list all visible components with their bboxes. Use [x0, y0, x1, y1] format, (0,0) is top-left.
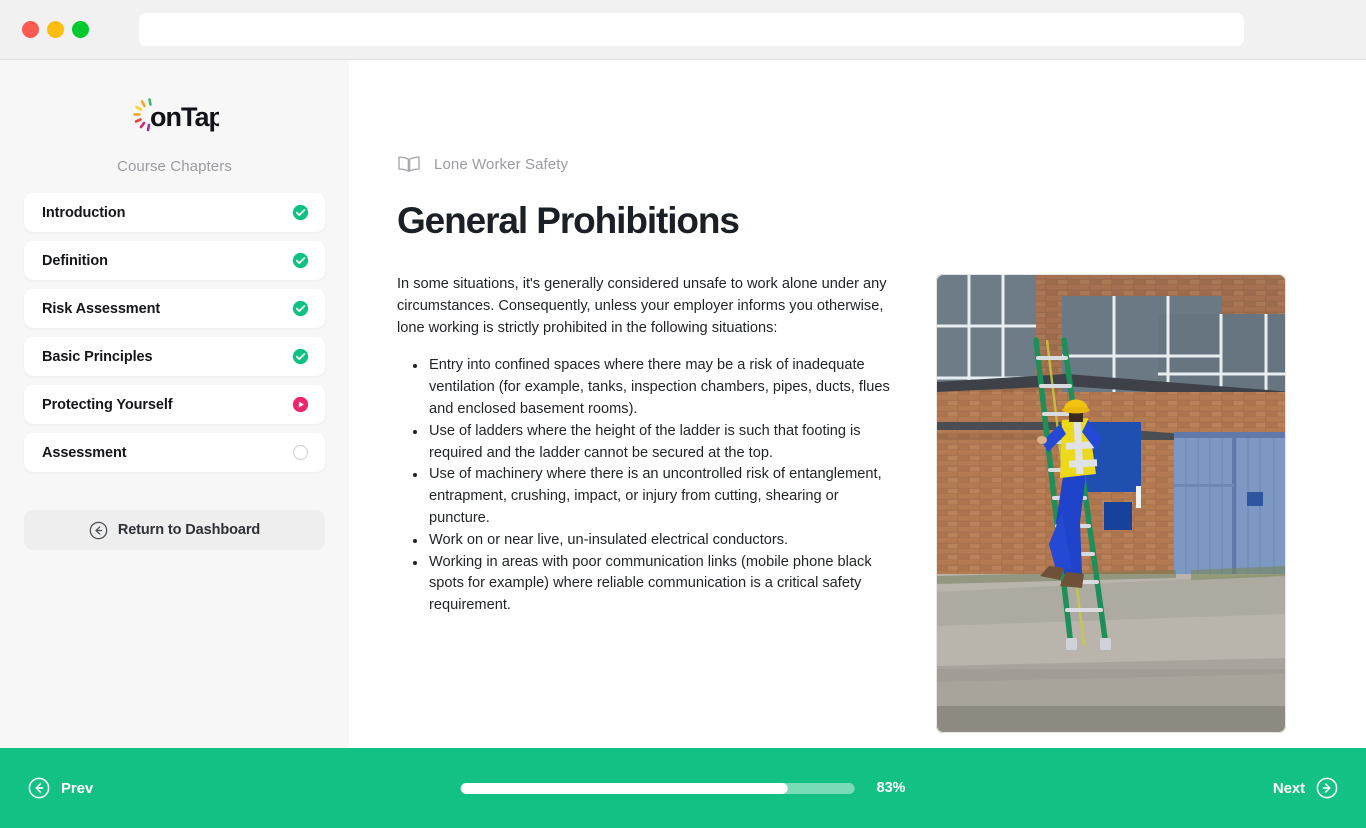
breadcrumb-label: Lone Worker Safety — [434, 155, 569, 173]
list-item: Entry into confined spaces where there m… — [397, 355, 903, 420]
svg-text:onTap: onTap — [150, 102, 219, 132]
browser-window: onTap Course Chapters Introduction Defin… — [0, 0, 1366, 828]
chapter-label: Introduction — [42, 204, 126, 221]
chapter-label: Protecting Yourself — [42, 396, 173, 413]
sidebar-item-basic-principles[interactable]: Basic Principles — [24, 337, 325, 376]
minimize-window-button[interactable] — [47, 21, 64, 38]
app-body: onTap Course Chapters Introduction Defin… — [0, 60, 1366, 748]
list-item: Use of ladders where the height of the l… — [397, 421, 903, 465]
lesson-photo — [936, 274, 1286, 733]
sidebar-section-title: Course Chapters — [117, 158, 232, 175]
intro-paragraph: In some situations, it's generally consi… — [397, 276, 887, 336]
logo: onTap — [24, 92, 325, 138]
empty-circle-icon — [292, 444, 309, 461]
check-circle-icon — [292, 252, 309, 269]
close-window-button[interactable] — [22, 21, 39, 38]
sidebar-item-protecting-yourself[interactable]: Protecting Yourself — [24, 385, 325, 424]
sidebar-item-assessment[interactable]: Assessment — [24, 433, 325, 472]
progress-percent-label: 83% — [876, 780, 906, 796]
media-column — [923, 274, 1286, 733]
course-progress: 83% — [460, 780, 906, 796]
book-icon — [398, 156, 420, 172]
main-content: Lone Worker Safety General Prohibitions … — [349, 60, 1366, 748]
next-label: Next — [1272, 779, 1305, 797]
maximize-window-button[interactable] — [72, 21, 89, 38]
list-item: Use of machinery where there is an uncon… — [397, 464, 903, 529]
play-circle-icon — [292, 396, 309, 413]
address-bar-input[interactable] — [139, 13, 1244, 46]
sidebar-item-risk-assessment[interactable]: Risk Assessment — [24, 289, 325, 328]
progress-bar-fill — [460, 782, 788, 794]
browser-chrome — [0, 0, 1366, 60]
page-title: General Prohibitions — [397, 200, 740, 241]
window-controls — [22, 21, 89, 38]
list-item: Working in areas with poor communication… — [397, 552, 903, 617]
prohibitions-list: Entry into confined spaces where there m… — [397, 355, 903, 617]
return-to-dashboard-label: Return to Dashboard — [117, 522, 261, 538]
chapter-label: Definition — [42, 252, 108, 269]
chapter-label: Assessment — [42, 444, 127, 461]
course-footer: Prev 83% Next — [0, 748, 1366, 828]
sidebar: onTap Course Chapters Introduction Defin… — [0, 60, 349, 748]
breadcrumb[interactable]: Lone Worker Safety — [397, 154, 568, 174]
prev-button[interactable]: Prev — [28, 777, 93, 799]
return-to-dashboard-button[interactable]: Return to Dashboard — [24, 510, 325, 550]
arrow-right-circle-icon — [1316, 777, 1338, 799]
arrow-left-circle-icon — [89, 521, 108, 539]
check-circle-icon — [292, 300, 309, 317]
chapter-list: Introduction Definition Risk Assessment … — [24, 193, 325, 472]
sidebar-item-definition[interactable]: Definition — [24, 241, 325, 280]
sidebar-item-introduction[interactable]: Introduction — [24, 193, 325, 232]
text-column: In some situations, it's generally consi… — [397, 274, 903, 733]
progress-bar-track[interactable] — [460, 782, 855, 794]
arrow-left-circle-icon — [28, 777, 50, 799]
content-row: In some situations, it's generally consi… — [397, 274, 1286, 733]
ontap-logo-icon: onTap — [132, 98, 219, 132]
next-button[interactable]: Next — [1273, 777, 1338, 799]
check-circle-icon — [292, 348, 309, 365]
list-item: Work on or near live, un-insulated elect… — [397, 530, 903, 552]
chapter-label: Basic Principles — [42, 348, 153, 365]
check-circle-icon — [292, 204, 309, 221]
prev-label: Prev — [61, 779, 94, 797]
chapter-label: Risk Assessment — [42, 300, 161, 317]
